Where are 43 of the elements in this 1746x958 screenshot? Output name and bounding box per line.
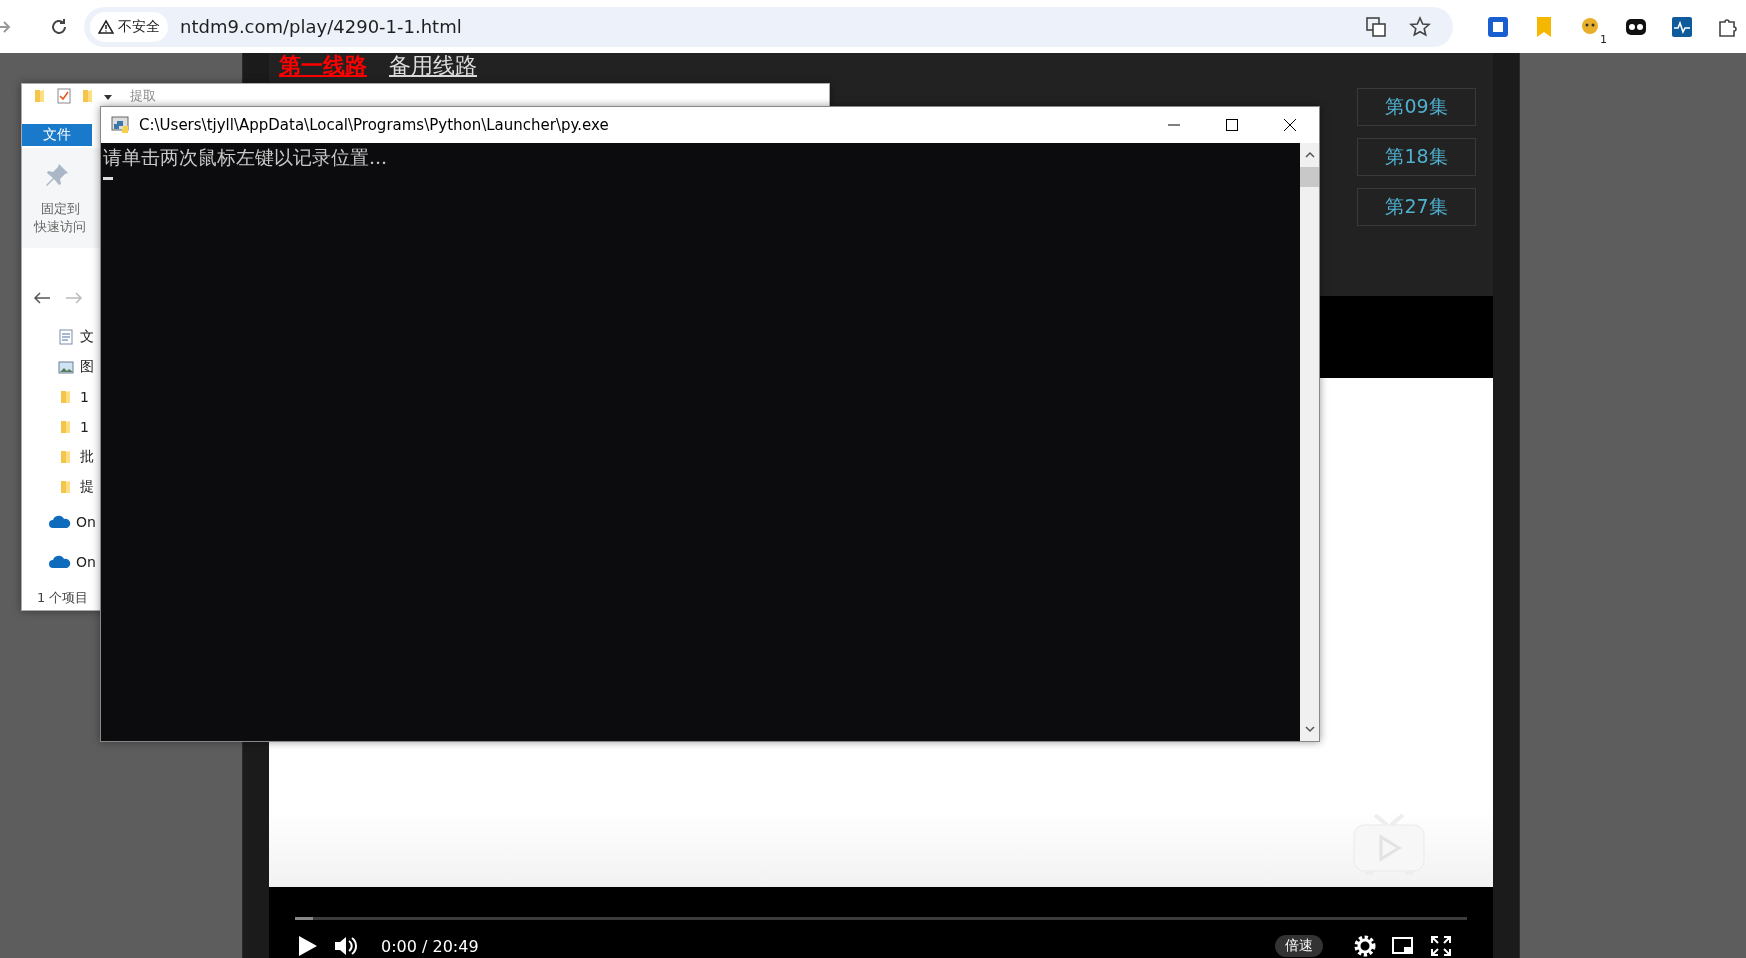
warning-icon xyxy=(98,18,114,35)
image-icon xyxy=(58,359,74,375)
scrollbar-thumb[interactable] xyxy=(1300,167,1319,187)
episode-button[interactable]: 第27集 xyxy=(1357,188,1476,226)
tv-play-icon xyxy=(1351,813,1427,877)
nav-item[interactable]: On xyxy=(76,554,96,570)
document-icon xyxy=(58,329,74,345)
window-title: C:\Users\tjyll\AppData\Local\Programs\Python\Launcher\py.exe xyxy=(139,116,610,134)
settings-icon[interactable] xyxy=(1353,934,1377,958)
fullscreen-icon[interactable] xyxy=(1429,934,1453,958)
time-text: 0:00 / 20:49 xyxy=(381,936,480,956)
maximize-icon[interactable] xyxy=(1225,118,1239,132)
nav-item[interactable]: 1 xyxy=(80,389,89,405)
nav-item[interactable]: 文 xyxy=(80,328,94,346)
url-text[interactable]: ntdm9.com/play/4290-1-1.html xyxy=(180,16,1365,37)
pulse-icon[interactable] xyxy=(1671,15,1693,38)
file-tab[interactable]: 文件 xyxy=(22,124,92,146)
terminal-output: 请单击两次鼠标左键以记录位置... xyxy=(103,145,389,169)
route-link[interactable]: 备用线路 xyxy=(389,53,477,79)
security-chip[interactable]: 不安全 xyxy=(90,11,168,42)
nav-item[interactable]: 提 xyxy=(80,478,94,496)
status-text: 1 个项目 xyxy=(37,589,89,607)
scroll-down-icon[interactable] xyxy=(1303,723,1316,735)
nav-item[interactable]: 1 xyxy=(80,419,89,435)
star-icon[interactable] xyxy=(1409,15,1431,38)
volume-icon[interactable] xyxy=(333,934,357,958)
scrollbar[interactable] xyxy=(1300,143,1319,741)
speed-button[interactable]: 倍速 xyxy=(1275,935,1323,957)
close-icon[interactable] xyxy=(1283,118,1297,132)
extension-badge: 1 xyxy=(1598,32,1609,46)
checklist-icon[interactable] xyxy=(56,87,72,104)
translate-icon[interactable] xyxy=(1365,15,1387,38)
text-cursor xyxy=(103,177,113,180)
nav-item[interactable]: On xyxy=(76,514,96,530)
cloud-icon xyxy=(49,515,71,529)
episode-button[interactable]: 第18集 xyxy=(1357,138,1476,176)
episode-button[interactable]: 第09集 xyxy=(1357,88,1476,126)
route-link[interactable]: 第一线路 xyxy=(279,53,367,79)
cloud-icon xyxy=(49,555,71,569)
python-icon xyxy=(111,115,131,135)
nav-item[interactable]: 批 xyxy=(80,448,94,466)
ribbon-title: 提取 xyxy=(130,86,156,105)
nav-item[interactable]: 图 xyxy=(80,358,94,376)
